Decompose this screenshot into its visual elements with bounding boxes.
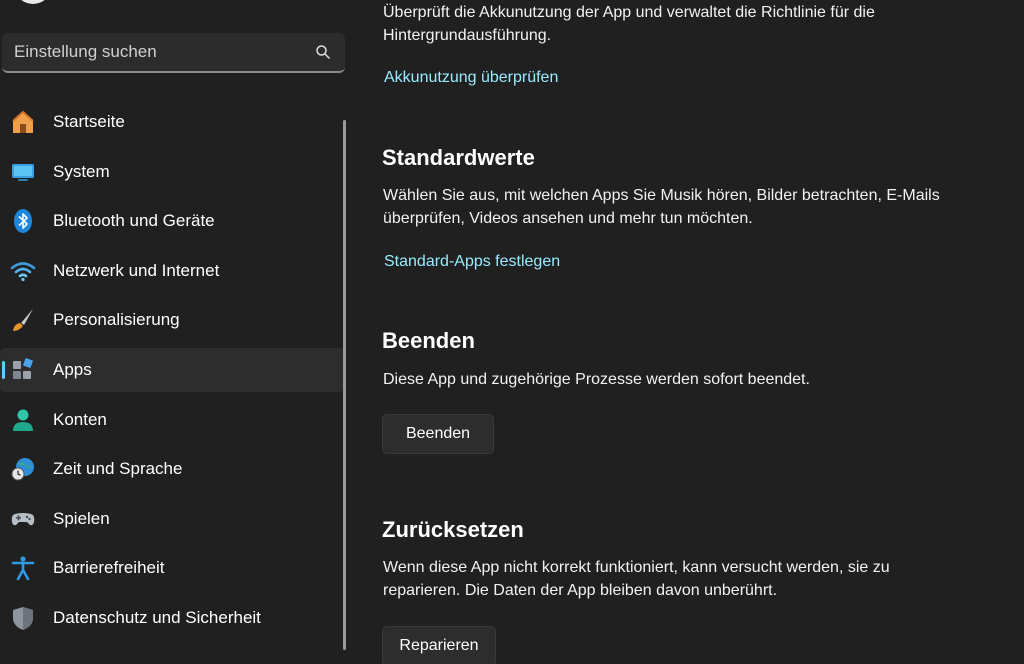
sidebar-item-personalisierung[interactable]: Personalisierung — [0, 298, 344, 342]
wifi-icon — [10, 261, 36, 281]
sidebar-item-label: Startseite — [53, 112, 125, 131]
sidebar-item-label: Bluetooth und Geräte — [53, 211, 215, 231]
gamepad-icon — [11, 512, 35, 525]
sidebar-item-startseite[interactable]: Startseite — [0, 100, 344, 144]
home-icon — [12, 111, 34, 133]
sidebar-scrollbar[interactable] — [343, 120, 346, 650]
sidebar: Startseite System Bluetooth und Geräte — [0, 0, 352, 664]
sidebar-item-label: Spielen — [53, 508, 110, 528]
sidebar-item-netzwerk[interactable]: Netzwerk und Internet — [0, 249, 344, 293]
accessibility-icon — [11, 556, 35, 581]
sidebar-item-label: Netzwerk und Internet — [53, 260, 220, 280]
main-content: Überprüft die Akkunutzung der App und ve… — [352, 0, 1024, 664]
sidebar-item-label: Konten — [53, 409, 107, 429]
repair-button[interactable]: Reparieren — [382, 626, 496, 664]
sidebar-item-zeit-und-sprache[interactable]: Zeit und Sprache — [0, 447, 344, 491]
sidebar-item-label: Apps — [53, 359, 92, 379]
battery-usage-link[interactable]: Akkunutzung überprüfen — [384, 69, 558, 87]
nav-list: Startseite System Bluetooth und Geräte N… — [0, 100, 344, 646]
sidebar-item-spielen[interactable]: Spielen — [0, 497, 344, 541]
sidebar-item-label: Barrierefreiheit — [53, 558, 165, 578]
reset-description: Wenn diese App nicht korrekt funktionier… — [383, 559, 890, 599]
reset-heading: Zurücksetzen — [382, 517, 524, 542]
defaults-description: Wählen Sie aus, mit welchen Apps Sie Mus… — [383, 187, 940, 227]
sidebar-item-bluetooth[interactable]: Bluetooth und Geräte — [0, 199, 344, 243]
monitor-icon — [12, 163, 34, 181]
sidebar-item-datenschutz[interactable]: Datenschutz und Sicherheit — [0, 596, 344, 640]
sidebar-item-label: System — [53, 161, 110, 181]
sidebar-item-barrierefreiheit[interactable]: Barrierefreiheit — [0, 546, 344, 590]
sidebar-item-label: Personalisierung — [53, 310, 180, 330]
sidebar-item-apps[interactable]: Apps — [0, 347, 344, 392]
terminate-button[interactable]: Beenden — [382, 414, 494, 454]
sidebar-item-label: Datenschutz und Sicherheit — [53, 607, 261, 627]
shield-icon — [13, 606, 33, 630]
avatar[interactable] — [14, 0, 52, 4]
sidebar-item-konten[interactable]: Konten — [0, 398, 344, 442]
paintbrush-icon — [13, 309, 33, 332]
sidebar-item-system[interactable]: System — [0, 150, 344, 194]
person-icon — [13, 409, 33, 431]
sidebar-item-label: Zeit und Sprache — [53, 459, 183, 479]
set-default-apps-link[interactable]: Standard-Apps festlegen — [384, 253, 560, 271]
search-icon[interactable] — [315, 44, 331, 60]
terminate-description: Diese App und zugehörige Prozesse werden… — [383, 371, 810, 388]
bluetooth-icon — [14, 209, 32, 234]
search-input[interactable] — [2, 33, 302, 71]
globe-clock-icon — [11, 458, 34, 481]
terminate-heading: Beenden — [382, 328, 475, 353]
defaults-heading: Standardwerte — [382, 145, 535, 170]
settings-window: Startseite System Bluetooth und Geräte — [0, 0, 1024, 664]
search-box[interactable] — [2, 33, 345, 73]
apps-icon — [13, 358, 33, 379]
battery-description: Überprüft die Akkunutzung der App und ve… — [383, 4, 875, 44]
